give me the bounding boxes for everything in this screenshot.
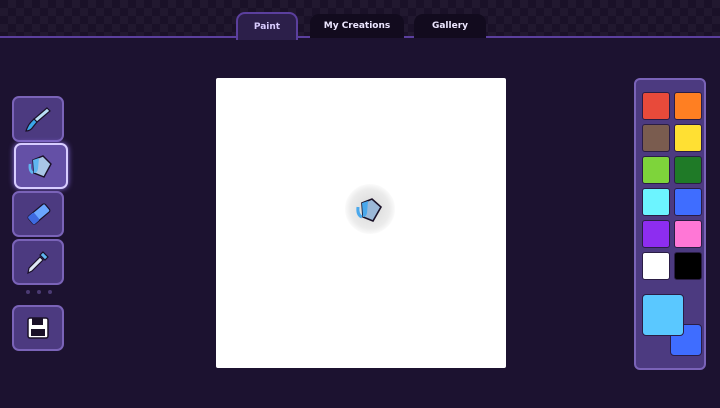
color-swatch[interactable] xyxy=(642,220,670,248)
paintbrush-icon xyxy=(25,107,51,132)
color-swatch[interactable] xyxy=(674,156,702,184)
eyedropper-tool[interactable] xyxy=(12,239,64,285)
color-palette xyxy=(634,78,706,370)
primary-color[interactable] xyxy=(642,294,684,336)
color-swatch[interactable] xyxy=(674,92,702,120)
save-icon xyxy=(27,317,49,339)
eraser-icon xyxy=(27,203,51,225)
save-button[interactable] xyxy=(12,305,64,351)
tab-paint[interactable]: Paint xyxy=(236,12,298,40)
color-swatch[interactable] xyxy=(642,188,670,216)
tab-gallery[interactable]: Gallery xyxy=(414,14,486,38)
color-swatch[interactable] xyxy=(674,124,702,152)
color-swatch[interactable] xyxy=(674,188,702,216)
toolbar-separator xyxy=(26,290,52,296)
eyedropper-icon xyxy=(27,251,49,275)
color-swatch[interactable] xyxy=(642,252,670,280)
eraser-tool[interactable] xyxy=(12,191,64,237)
brush-tool[interactable] xyxy=(12,96,64,142)
drawing-canvas[interactable] xyxy=(216,78,506,368)
color-swatch[interactable] xyxy=(674,220,702,248)
paint-bucket-icon xyxy=(356,198,383,223)
fill-tool[interactable] xyxy=(14,143,68,189)
color-swatch[interactable] xyxy=(642,92,670,120)
color-swatch[interactable] xyxy=(642,156,670,184)
color-swatch[interactable] xyxy=(642,124,670,152)
color-swatch[interactable] xyxy=(674,252,702,280)
tab-my-creations[interactable]: My Creations xyxy=(310,14,404,38)
paint-bucket-icon xyxy=(28,155,52,178)
